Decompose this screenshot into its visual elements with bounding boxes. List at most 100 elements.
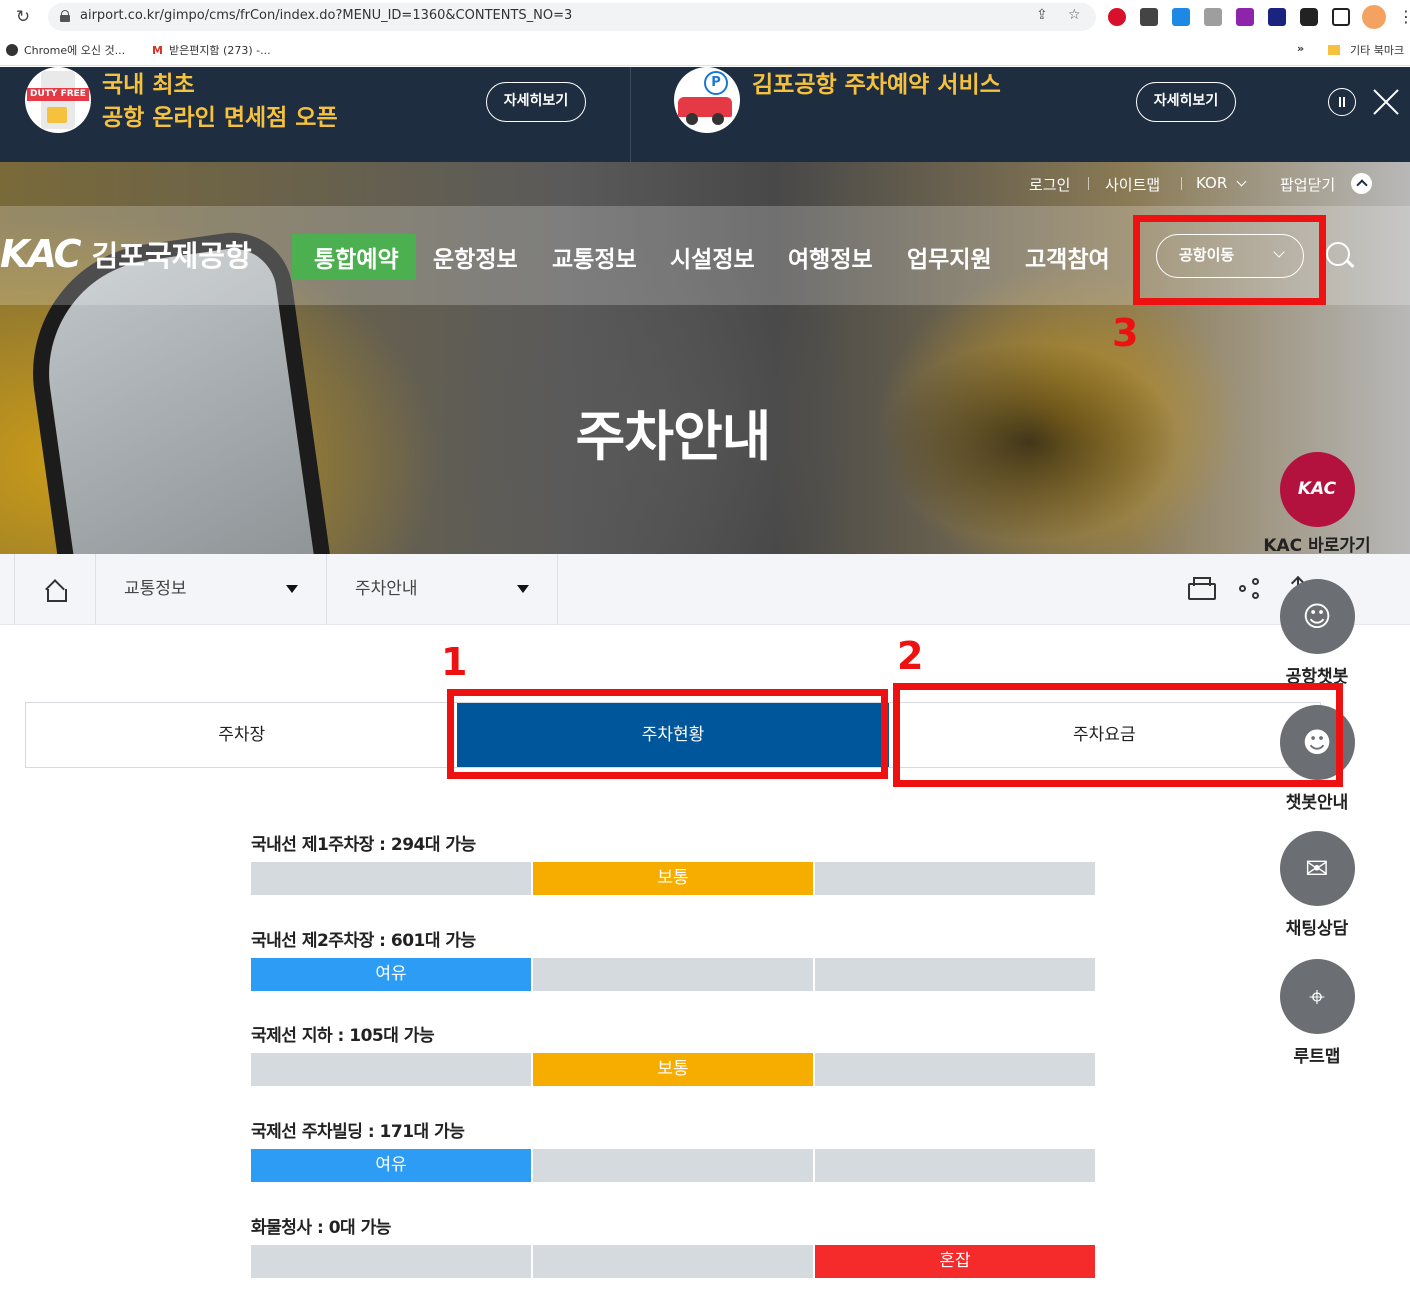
promo-left-detail-button[interactable]: 자세히보기 [486, 82, 586, 122]
bookmark-chrome[interactable]: Chrome에 오신 것... [6, 42, 125, 58]
parking-lot-title: 국내선 제2주차장 : 601대 가능 [251, 931, 476, 951]
location-select-level1[interactable]: 교통정보 [96, 554, 327, 625]
parking-status-bar: 보통 [251, 862, 1095, 895]
kac-logo-icon: KAC [1279, 452, 1355, 527]
parking-lot-title: 국내선 제1주차장 : 294대 가능 [251, 835, 476, 855]
lock-icon [60, 10, 70, 22]
logo-name: 김포국제공항 [91, 239, 252, 273]
bookmark-star-icon[interactable]: ☆ [1068, 7, 1081, 23]
site-logo[interactable]: KAC 김포국제공항 [0, 232, 252, 276]
annotation-number-3: 3 [1112, 311, 1139, 355]
parking-lot-title: 국제선 지하 : 105대 가능 [251, 1026, 435, 1046]
parking-status-segment [251, 1245, 531, 1278]
pause-icon[interactable] [1328, 88, 1356, 116]
profile-avatar[interactable] [1362, 5, 1386, 29]
download-extension-icon[interactable] [1172, 8, 1190, 26]
parking-status-segment [815, 1053, 1095, 1086]
login-link[interactable]: 로그인 [1029, 174, 1070, 195]
quick-chat-consult[interactable]: ✉ 채팅상담 [1262, 831, 1372, 939]
nav-integrated-reservation[interactable]: 통합예약 [314, 240, 399, 274]
puzzle-extensions-icon[interactable] [1300, 8, 1318, 26]
chat-bubble-icon: ✉ [1279, 831, 1355, 906]
quick-routemap[interactable]: ⌖ 루트맵 [1262, 959, 1372, 1067]
parking-lot-title: 국제선 주차빌딩 : 171대 가능 [251, 1122, 465, 1142]
promo-right-detail-button[interactable]: 자세히보기 [1136, 82, 1236, 122]
page-title: 주차안내 [575, 405, 772, 468]
parking-status-indicator: 보통 [533, 1053, 813, 1086]
quick-airport-chatbot[interactable]: ☺ 공항챗봇 [1262, 579, 1372, 687]
close-icon[interactable] [1370, 85, 1402, 117]
print-icon[interactable] [1188, 577, 1216, 600]
browser-menu-icon[interactable]: ⋮ [1398, 8, 1410, 26]
parking-status-segment [815, 1149, 1095, 1182]
parking-status-indicator: 여유 [251, 958, 531, 991]
parking-lot-row: 국내선 제2주차장 : 601대 가능여유 [251, 926, 1095, 991]
nav-travel-info[interactable]: 여행정보 [788, 240, 873, 274]
annotation-box-2 [893, 683, 1343, 787]
language-select[interactable]: KOR [1196, 174, 1247, 192]
util-divider [1181, 177, 1182, 190]
tab-parking-lot[interactable]: 주차장 [26, 703, 457, 767]
url-text: airport.co.kr/gimpo/cms/frCon/index.do?M… [80, 8, 573, 23]
nav-business-support[interactable]: 업무지원 [907, 240, 992, 274]
sitemap-link[interactable]: 사이트맵 [1105, 174, 1160, 195]
parking-lot-row: 국제선 주차빌딩 : 171대 가능여유 [251, 1117, 1095, 1182]
parking-status-segment [533, 1149, 813, 1182]
parking-status-indicator: 보통 [533, 862, 813, 895]
promo-banner: DUTY FREE 국내 최초 공항 온라인 면세점 오픈 자세히보기 P 김포… [0, 67, 1410, 162]
parking-status-segment [815, 862, 1095, 895]
nav-customer[interactable]: 고객참여 [1025, 240, 1110, 274]
caret-down-icon [517, 585, 529, 593]
promo-right-title: 김포공항 주차예약 서비스 [752, 72, 1001, 98]
arrow-extension-icon[interactable] [1268, 8, 1286, 26]
duty-free-icon: DUTY FREE [25, 67, 91, 133]
popup-close-link[interactable]: 팝업닫기 [1280, 174, 1335, 195]
bookmark-other[interactable]: 기타 북마크 [1328, 42, 1404, 58]
parking-lot-row: 화물청사 : 0대 가능 혼잡 [251, 1213, 1095, 1278]
browser-address-bar: ↻ airport.co.kr/gimpo/cms/frCon/index.do… [0, 0, 1410, 34]
util-divider [1088, 177, 1089, 190]
annotation-number-2: 2 [897, 634, 924, 678]
search-icon[interactable] [1326, 242, 1354, 270]
bookmark-gmail[interactable]: M 받은편지함 (273) -... [152, 42, 271, 58]
quick-kac-link[interactable]: KAC KAC 바로가기 [1262, 452, 1372, 556]
parking-status-indicator: 혼잡 [815, 1245, 1095, 1278]
gmail-icon: M [152, 44, 163, 57]
side-panel-icon[interactable] [1332, 8, 1350, 26]
chatbot-icon: ☺ [1279, 579, 1355, 654]
annotation-box-1 [447, 689, 888, 779]
bookmarks-more[interactable]: » [1297, 42, 1304, 55]
url-field[interactable]: airport.co.kr/gimpo/cms/frCon/index.do?M… [48, 3, 1096, 31]
home-button[interactable] [14, 554, 96, 625]
annotation-box-3 [1133, 215, 1326, 305]
parking-status-indicator: 여유 [251, 1149, 531, 1182]
share-page-icon[interactable]: ⇪ [1036, 7, 1048, 23]
home-icon [45, 582, 67, 602]
nav-traffic-info[interactable]: 교통정보 [552, 240, 637, 274]
share-icon[interactable] [1239, 578, 1261, 600]
parking-status-segment [251, 1053, 531, 1086]
location-select-level2[interactable]: 주차안내 [327, 554, 558, 625]
nav-flight-info[interactable]: 운항정보 [433, 240, 518, 274]
chevron-up-icon[interactable] [1351, 173, 1372, 194]
parking-status-segment [251, 862, 531, 895]
nav-facility-info[interactable]: 시설정보 [670, 240, 755, 274]
promo-left-title: 국내 최초 공항 온라인 면세점 오픈 [102, 72, 338, 131]
annotation-number-1: 1 [441, 640, 468, 684]
parking-status-bar: 여유 [251, 958, 1095, 991]
folder-icon [1328, 45, 1340, 55]
chevron-down-icon [1236, 176, 1247, 187]
parking-status-bar: 혼잡 [251, 1245, 1095, 1278]
parking-status-segment [533, 1245, 813, 1278]
bookmarks-bar: Chrome에 오신 것... M 받은편지함 (273) -... » 기타 북… [0, 34, 1410, 66]
purple-download-extension-icon[interactable] [1236, 8, 1254, 26]
kac-logo-mark: KAC [0, 232, 82, 276]
reload-icon[interactable]: ↻ [12, 6, 34, 28]
mask-extension-icon[interactable] [1140, 8, 1158, 26]
parking-lot-row: 국제선 지하 : 105대 가능보통 [251, 1021, 1095, 1086]
parking-status-bar: 여유 [251, 1149, 1095, 1182]
image-extension-icon[interactable] [1204, 8, 1222, 26]
promo-divider [630, 67, 631, 162]
parking-status-bar: 보통 [251, 1053, 1095, 1086]
opera-extension-icon[interactable] [1108, 8, 1126, 26]
